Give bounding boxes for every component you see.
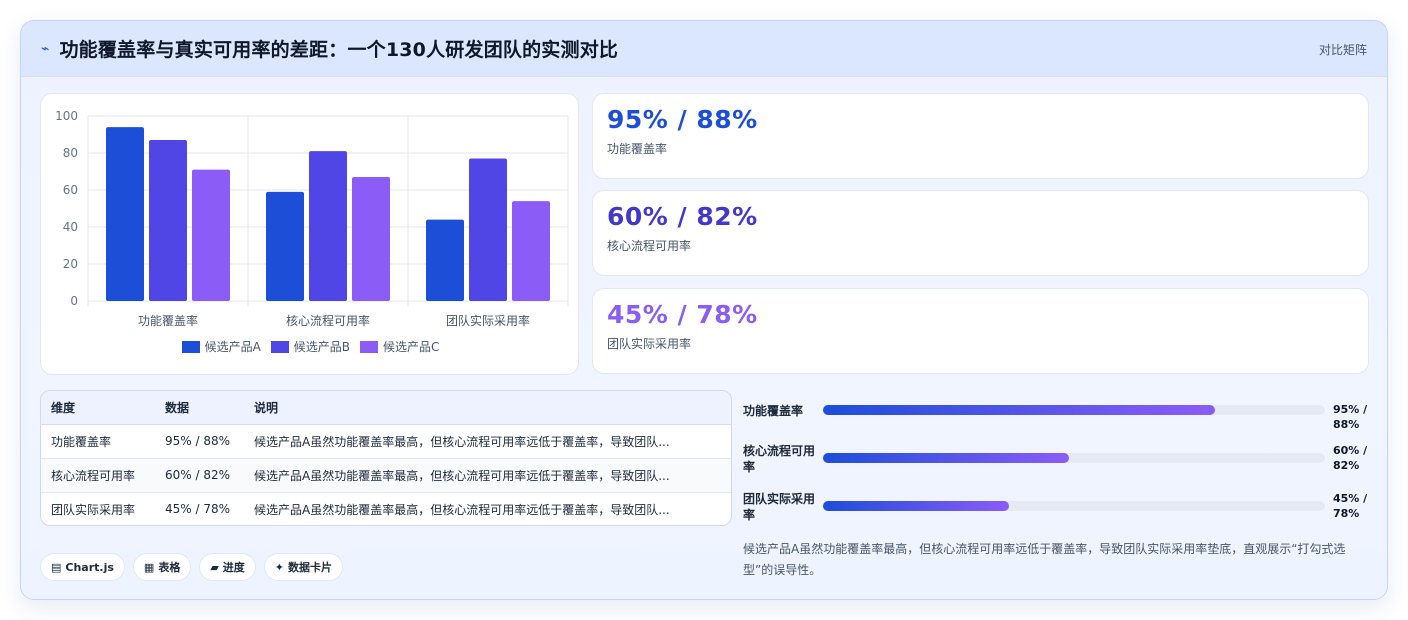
legend-item[interactable]: 候选产品A	[181, 338, 261, 355]
x-tick-label: 核心流程可用率	[286, 313, 370, 328]
kpi-card-adoption: 45% / 78% 团队实际采用率	[592, 288, 1369, 374]
column-header: 维度	[41, 391, 155, 425]
kpi-label: 核心流程可用率	[607, 239, 692, 253]
pulse-icon: ⌁	[41, 40, 50, 57]
chip-table[interactable]: ▦ 表格	[132, 553, 192, 581]
y-tick-label: 100	[55, 109, 78, 123]
progress-row-coverage: 功能覆盖率 95% / 88%	[743, 402, 1373, 438]
legend-label: 候选产品B	[293, 340, 351, 354]
bar-2-3	[469, 158, 507, 301]
progress-row-adoption: 团队实际采用率 45% / 78%	[743, 491, 1373, 527]
progress-fill	[823, 501, 1009, 511]
chip-data-cards[interactable]: ✦ 数据卡片	[263, 553, 344, 581]
column-header: 数据	[155, 391, 244, 425]
kpi-label: 功能覆盖率	[607, 142, 668, 156]
kpi-label: 团队实际采用率	[607, 337, 692, 351]
table-cell-dimension: 功能覆盖率	[41, 424, 155, 459]
legend-label: 候选产品A	[204, 340, 261, 354]
bar-3-2	[352, 177, 390, 301]
bar-chart: 0 20 40 60 80 100 功能覆盖率 核心流程可用率 团队实际采用率	[55, 109, 569, 328]
chip-label: 数据卡片	[288, 561, 333, 574]
legend-label: 候选产品C	[383, 340, 440, 354]
bar-1-2	[266, 191, 304, 301]
table-row: 功能覆盖率 95% / 88% 候选产品A虽然功能覆盖率最高，但核心流程可用率远…	[41, 424, 731, 459]
y-tick-label: 20	[63, 257, 78, 271]
card-header: ⌁ 功能覆盖率与真实可用率的差距：一个130人研发团队的实测对比 对比矩阵	[21, 21, 1387, 77]
kpi-card-coverage: 95% / 88% 功能覆盖率	[592, 93, 1369, 179]
table-cell-dimension: 核心流程可用率	[41, 458, 155, 493]
chip-label: 表格	[158, 561, 181, 574]
y-tick-label: 40	[63, 220, 78, 234]
comparison-card: ⌁ 功能覆盖率与真实可用率的差距：一个130人研发团队的实测对比 对比矩阵 0 2…	[20, 20, 1388, 600]
progress-track	[823, 453, 1325, 463]
progress-track	[823, 405, 1325, 415]
chart-legend: 候选产品A 候选产品B 候选产品C	[41, 338, 580, 355]
table-row: 核心流程可用率 60% / 82% 候选产品A虽然功能覆盖率最高，但核心流程可用…	[41, 458, 731, 493]
page-title: 功能覆盖率与真实可用率的差距：一个130人研发团队的实测对比	[59, 39, 619, 61]
chip-progress[interactable]: ▰ 进度	[199, 553, 256, 581]
progress-track	[823, 501, 1325, 511]
bar-3-3	[512, 201, 550, 301]
kpi-value: 45% / 78%	[607, 300, 758, 329]
column-header: 说明	[244, 391, 731, 425]
table-cell-data: 45% / 78%	[165, 502, 231, 517]
y-tick-label: 0	[70, 294, 78, 308]
chip-label: Chart.js	[65, 560, 114, 574]
bar-2-1	[149, 140, 187, 301]
chip-label: 进度	[222, 561, 245, 574]
legend-swatch	[181, 340, 200, 353]
table-row: 团队实际采用率 45% / 78% 候选产品A虽然功能覆盖率最高，但核心流程可用…	[41, 492, 731, 525]
progress-icon: ▰	[210, 560, 219, 574]
progress-label: 团队实际采用率	[743, 492, 816, 522]
table-cell-description: 候选产品A虽然功能覆盖率最高，但核心流程可用率远低于覆盖率，导致团队...	[254, 502, 670, 517]
table-cell-dimension: 团队实际采用率	[51, 502, 136, 517]
bar-1-1	[106, 127, 144, 301]
progress-fill	[823, 405, 1215, 415]
table-header-row: 维度 数据 说明	[41, 391, 731, 425]
bar-3-1	[192, 169, 230, 301]
legend-swatch	[270, 340, 289, 353]
chip-chartjs[interactable]: ▤ Chart.js	[40, 553, 125, 581]
legend-item[interactable]: 候选产品B	[270, 338, 351, 355]
y-tick-label: 80	[63, 146, 78, 160]
x-tick-label: 功能覆盖率	[138, 313, 198, 328]
view-chips: ▤ Chart.js ▦ 表格 ▰ 进度 ✦ 数据卡片	[40, 553, 344, 581]
table-icon: ▦	[143, 560, 155, 574]
progress-row-usability: 核心流程可用率 60% / 82%	[743, 443, 1373, 479]
table-cell-description: 候选产品A虽然功能覆盖率最高，但核心流程可用率远低于覆盖率，导致团队...	[244, 424, 731, 459]
bar-chart-panel: 0 20 40 60 80 100 功能覆盖率 核心流程可用率 团队实际采用率 候选产品A 候选产…	[40, 93, 579, 375]
table-cell-description: 候选产品A虽然功能覆盖率最高，但核心流程可用率远低于覆盖率，导致团队...	[244, 458, 731, 493]
legend-item[interactable]: 候选产品C	[360, 338, 439, 355]
sparkle-icon: ✦	[274, 560, 285, 574]
bar-1-3	[426, 219, 464, 301]
x-tick-label: 团队实际采用率	[446, 313, 530, 328]
progress-value: 60% / 82%	[1333, 444, 1368, 472]
view-mode-label[interactable]: 对比矩阵	[1319, 41, 1367, 58]
data-table: 维度 数据 说明 功能覆盖率 95% / 88% 候选产品A虽然功能覆盖率最高，…	[40, 390, 732, 526]
kpi-value: 60% / 82%	[607, 202, 758, 231]
chart-icon: ▤	[51, 560, 62, 574]
progress-value: 45% / 78%	[1333, 492, 1368, 520]
progress-label: 功能覆盖率	[743, 404, 804, 418]
y-tick-label: 60	[63, 183, 78, 197]
table-cell-data: 95% / 88%	[155, 424, 244, 459]
kpi-card-usability: 60% / 82% 核心流程可用率	[592, 190, 1369, 276]
table-cell-data: 60% / 82%	[155, 458, 244, 493]
progress-value: 95% / 88%	[1333, 403, 1368, 431]
kpi-value: 95% / 88%	[607, 105, 758, 134]
summary-note: 候选产品A虽然功能覆盖率最高，但核心流程可用率远低于覆盖率，导致团队实际采用率垫…	[743, 542, 1346, 577]
bar-2-2	[309, 151, 347, 301]
progress-fill	[823, 453, 1069, 463]
progress-label: 核心流程可用率	[743, 444, 816, 474]
legend-swatch	[360, 340, 379, 353]
